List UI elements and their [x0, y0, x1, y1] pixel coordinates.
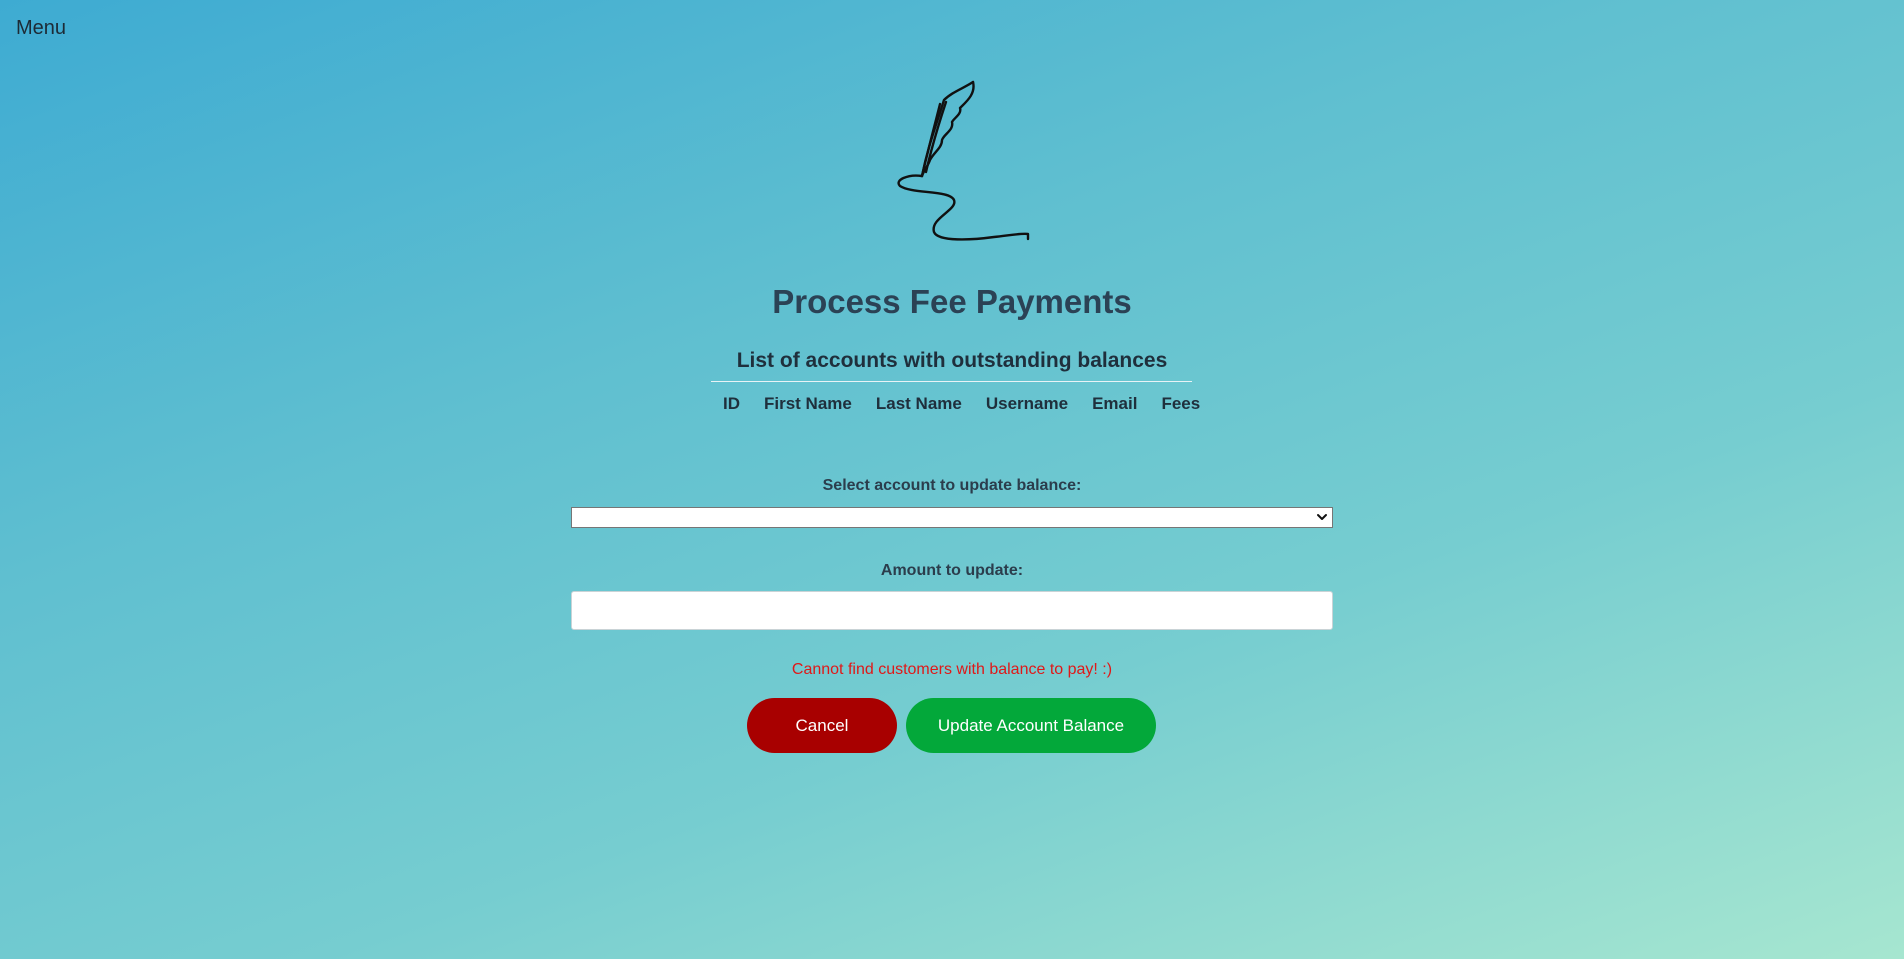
update-account-balance-button[interactable]: Update Account Balance — [906, 698, 1156, 753]
column-header-fees: Fees — [1161, 394, 1201, 413]
amount-label: Amount to update: — [880, 562, 1024, 579]
accounts-table-caption: List of accounts with outstanding balanc… — [736, 349, 1168, 372]
page-title: Process Fee Payments — [772, 283, 1132, 320]
column-header-first-name: First Name — [764, 394, 852, 413]
cancel-button[interactable]: Cancel — [747, 698, 897, 753]
accounts-table: ID First Name Last Name Username Email F… — [711, 388, 1212, 420]
column-header-last-name: Last Name — [875, 394, 962, 413]
amount-input[interactable] — [571, 591, 1333, 630]
menu-link[interactable]: Menu — [16, 17, 66, 40]
column-header-id: ID — [723, 394, 740, 413]
account-select[interactable] — [571, 507, 1333, 528]
error-message: Cannot find customers with balance to pa… — [791, 661, 1113, 678]
table-divider — [711, 381, 1192, 382]
select-account-label: Select account to update balance: — [822, 477, 1082, 494]
table-header-row: ID First Name Last Name Username Email F… — [711, 388, 1212, 420]
column-header-username: Username — [985, 394, 1069, 413]
column-header-email: Email — [1092, 394, 1138, 413]
quill-pen-signature-icon — [897, 80, 1030, 241]
